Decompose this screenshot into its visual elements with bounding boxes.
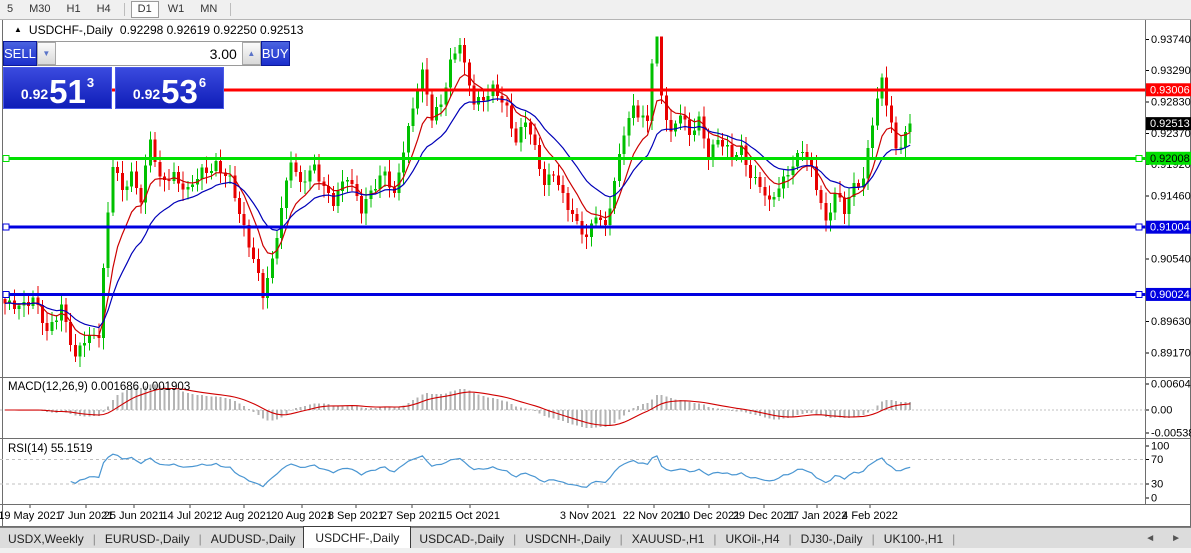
timeframe-button-M30[interactable]: M30	[22, 1, 57, 18]
date-label: 22 Nov 2021	[623, 510, 685, 522]
line-handle	[2, 223, 10, 231]
timeframe-button-5[interactable]: 5	[0, 1, 20, 18]
tab-uk100-h1[interactable]: UK100-,H1	[876, 530, 951, 548]
axis-tick-label: 0.89170	[1151, 348, 1191, 360]
axis-tick-label: 70	[1151, 454, 1163, 466]
tab-dj30-daily[interactable]: DJ30-,Daily	[793, 530, 871, 548]
tab-usdcnh-daily[interactable]: USDCNH-,Daily	[517, 530, 618, 548]
timeframe-button-D1[interactable]: D1	[130, 1, 159, 18]
buy-price-point: 6	[198, 75, 207, 90]
axis-tick-label: 0.89630	[1151, 316, 1191, 328]
axis-tick-label: 0.93740	[1151, 34, 1191, 46]
date-label: 3 Nov 2021	[560, 510, 616, 522]
macd-label: MACD(12,26,9) 0.001686 0.001903	[8, 381, 190, 393]
tab-separator: |	[198, 531, 202, 546]
date-label: 27 Sep 2021	[381, 510, 443, 522]
price-badge-label: 0.90024	[1150, 289, 1190, 301]
timeframe-toolbar: 5 M30 H1 H4 D1 W1 MN	[0, 0, 1191, 20]
tab-scroll-right-icon[interactable]: ►	[1171, 533, 1181, 544]
axis-tick-label: 0.90540	[1151, 254, 1191, 266]
tab-usdx-weekly[interactable]: USDX,Weekly	[0, 530, 92, 548]
line-handle	[1135, 223, 1143, 231]
axis-tick-label: 0.92830	[1151, 96, 1191, 108]
tab-scroll-arrows: ◄ ►	[1145, 533, 1191, 544]
tab-scroll-left-icon[interactable]: ◄	[1145, 533, 1155, 544]
buy-price-box[interactable]: 0.92 53 6	[115, 67, 224, 109]
date-label: 15 Oct 2021	[440, 510, 500, 522]
tab-eurusd-daily[interactable]: EURUSD-,Daily	[97, 530, 198, 548]
tab-xauusd-h1[interactable]: XAUUSD-,H1	[624, 530, 713, 548]
date-label: 4 Feb 2022	[842, 510, 898, 522]
timeframe-button-MN[interactable]: MN	[193, 1, 224, 18]
sell-price-pips: 51	[49, 73, 86, 110]
one-click-trade-panel: SELL ▼ ▲ BUY 0.92 51 3 0.92 53 6	[3, 41, 290, 109]
tab-separator: |	[788, 531, 792, 546]
status-strip	[0, 548, 1191, 553]
chart-title-row: ▲ USDCHF-,Daily 0.92298 0.92619 0.92250 …	[14, 23, 303, 37]
tab-separator: |	[619, 531, 623, 546]
sell-price-box[interactable]: 0.92 51 3	[3, 67, 112, 109]
axis-tick-label: 30	[1151, 479, 1163, 491]
tab-ukoil-h4[interactable]: UKOil-,H4	[718, 530, 788, 548]
price-badge-label: 0.92008	[1150, 153, 1190, 165]
tab-separator: |	[92, 531, 96, 546]
axis-tick-label: 100	[1151, 441, 1169, 453]
chart-tab-bar: USDX,Weekly | EURUSD-,Daily | AUDUSD-,Daily U…	[0, 526, 1191, 549]
tab-usdcad-daily[interactable]: USDCAD-,Daily	[411, 530, 512, 548]
timeframe-button-H1[interactable]: H1	[60, 1, 88, 18]
date-label: 19 May 2021	[0, 510, 62, 522]
price-badge-label: 0.93006	[1150, 84, 1190, 96]
date-label: 14 Jul 2021	[162, 510, 219, 522]
tab-audusd-daily[interactable]: AUDUSD-,Daily	[203, 530, 304, 548]
line-handle	[1135, 290, 1143, 298]
collapse-arrow-icon[interactable]: ▲	[14, 25, 22, 35]
buy-price-pips: 53	[161, 73, 198, 110]
chart-ohlc-values: 0.92298 0.92619 0.92250 0.92513	[119, 23, 304, 37]
mt4-window: MACD(12,26,9) 0.001686 0.001903 RSI(14) 5…	[0, 0, 1191, 553]
toolbar-separator	[230, 3, 232, 16]
sell-price-base: 0.92	[20, 86, 49, 102]
rsi-label: RSI(14) 55.1519	[8, 443, 92, 455]
axis-tick-label: 0	[1151, 493, 1157, 505]
price-badge-label: 0.91004	[1150, 222, 1190, 234]
line-handle	[2, 290, 10, 298]
volume-input[interactable]	[55, 42, 242, 65]
axis-tick-label: 0.91460	[1151, 190, 1191, 202]
tab-separator: |	[713, 531, 717, 546]
date-label: 8 Sep 2021	[328, 510, 384, 522]
date-label: 2 Aug 2021	[216, 510, 272, 522]
tab-usdchf-daily[interactable]: USDCHF-,Daily	[303, 526, 412, 549]
tab-separator: |	[952, 531, 956, 546]
axis-tick-label: 0.00	[1151, 405, 1172, 417]
price-badge-label: 0.92513	[1150, 118, 1190, 130]
timeframe-button-H4[interactable]: H4	[90, 1, 118, 18]
line-handle	[2, 154, 10, 162]
tab-separator: |	[871, 531, 875, 546]
buy-button[interactable]: BUY	[260, 41, 290, 66]
date-label: 20 Aug 2021	[271, 510, 333, 522]
date-label: 25 Jun 2021	[104, 510, 165, 522]
date-label: 17 Jan 2022	[787, 510, 848, 522]
volume-stepper: ▼ ▲	[36, 41, 261, 66]
chart-symbol-label: USDCHF-,Daily	[28, 23, 113, 37]
line-handle	[1135, 154, 1143, 162]
volume-decrease-button[interactable]: ▼	[36, 42, 56, 65]
sell-button[interactable]: SELL	[3, 41, 37, 66]
toolbar-separator	[123, 3, 125, 16]
date-label: 10 Dec 2021	[678, 510, 740, 522]
axis-tick-label: -0.005383	[1151, 428, 1191, 440]
volume-increase-button[interactable]: ▲	[241, 42, 261, 65]
buy-price-base: 0.92	[132, 86, 161, 102]
sell-price-point: 3	[86, 75, 95, 90]
axis-tick-label: 0.93290	[1151, 65, 1191, 77]
axis-tick-label: 0.006045	[1151, 379, 1191, 391]
timeframe-button-W1[interactable]: W1	[161, 1, 192, 18]
tab-separator: |	[513, 531, 517, 546]
